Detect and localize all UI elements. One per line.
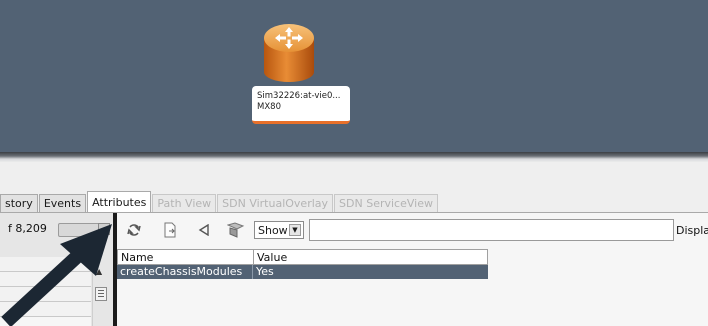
export-icon[interactable] [161,222,179,238]
tab-sdn-service-view[interactable]: SDN ServiceView [334,194,438,212]
display-label: Displa [676,224,708,237]
search-input[interactable] [309,219,674,241]
column-header-value[interactable]: Value [254,250,487,264]
tab-events[interactable]: Events [38,194,87,212]
chevron-down-icon[interactable]: ▼ [289,224,301,236]
tab-path-view[interactable]: Path View [152,194,217,212]
node-model: MX80 [257,102,281,112]
attributes-table: Name Value createChassisModules Yes [117,249,488,279]
tab-history[interactable]: story [0,194,38,212]
node-label[interactable]: Sim32226:at-vie0... MX80 [252,86,350,124]
table-row[interactable]: createChassisModules Yes [117,265,488,279]
tab-sdn-virtual-overlay[interactable]: SDN VirtualOverlay [217,194,334,212]
cell-name: createChassisModules [117,265,253,279]
attributes-panel: Show ▼ Displa Name Value createChassisMo… [117,213,708,326]
table-header: Name Value [117,249,488,265]
show-dropdown[interactable]: Show ▼ [254,221,304,239]
cell-value: Yes [256,265,274,278]
back-icon[interactable] [195,222,213,238]
tab-attributes[interactable]: Attributes [87,191,152,212]
panel-splitter[interactable] [0,152,708,162]
router-icon[interactable] [262,18,316,88]
attributes-toolbar: Show ▼ Displa [117,213,708,245]
tab-bar: story Events Attributes Path View SDN Vi… [0,190,439,212]
annotation-arrow-icon [1,224,112,326]
refresh-icon[interactable] [125,222,143,238]
node-name: Sim32226:at-vie0... [257,91,341,101]
topology-canvas[interactable]: Sim32226:at-vie0... MX80 [0,0,708,152]
show-dropdown-value: Show [258,224,288,237]
column-header-name[interactable]: Name [118,250,254,264]
filter-icon[interactable] [227,222,245,238]
